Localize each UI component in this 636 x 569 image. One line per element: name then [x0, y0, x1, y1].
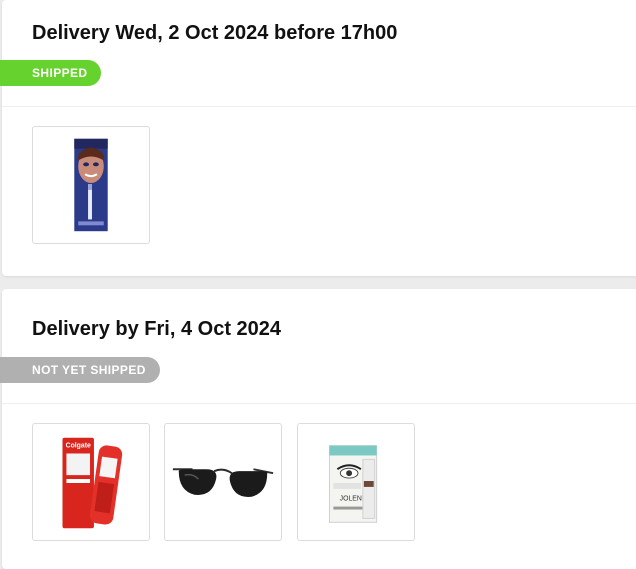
- status-badge-shipped: SHIPPED: [0, 60, 102, 86]
- sunglasses-icon: [172, 468, 274, 497]
- brow-kit-icon: JOLENE: [328, 445, 378, 523]
- product-thumbnail-whitening-pen[interactable]: [32, 126, 150, 244]
- brand-text: Colgate: [66, 443, 91, 450]
- status-badge-not-shipped: NOT YET SHIPPED: [0, 357, 160, 383]
- shipment-card-2: Delivery by Fri, 4 Oct 2024 NOT YET SHIP…: [0, 289, 636, 569]
- divider: [2, 106, 636, 107]
- toothpaste-icon: Colgate: [62, 437, 123, 529]
- delivery-title: Delivery Wed, 2 Oct 2024 before 17h00: [32, 22, 398, 44]
- divider: [2, 403, 636, 404]
- product-thumbnail-sunglasses[interactable]: [164, 423, 282, 541]
- product-thumbnail-toothpaste[interactable]: Colgate: [32, 423, 150, 541]
- whitening-pen-box-icon: [74, 138, 108, 232]
- delivery-title: Delivery by Fri, 4 Oct 2024: [32, 318, 282, 340]
- product-thumbnail-brow-kit[interactable]: JOLENE: [297, 423, 415, 541]
- shipment-card-1: Delivery Wed, 2 Oct 2024 before 17h00 SH…: [0, 0, 636, 276]
